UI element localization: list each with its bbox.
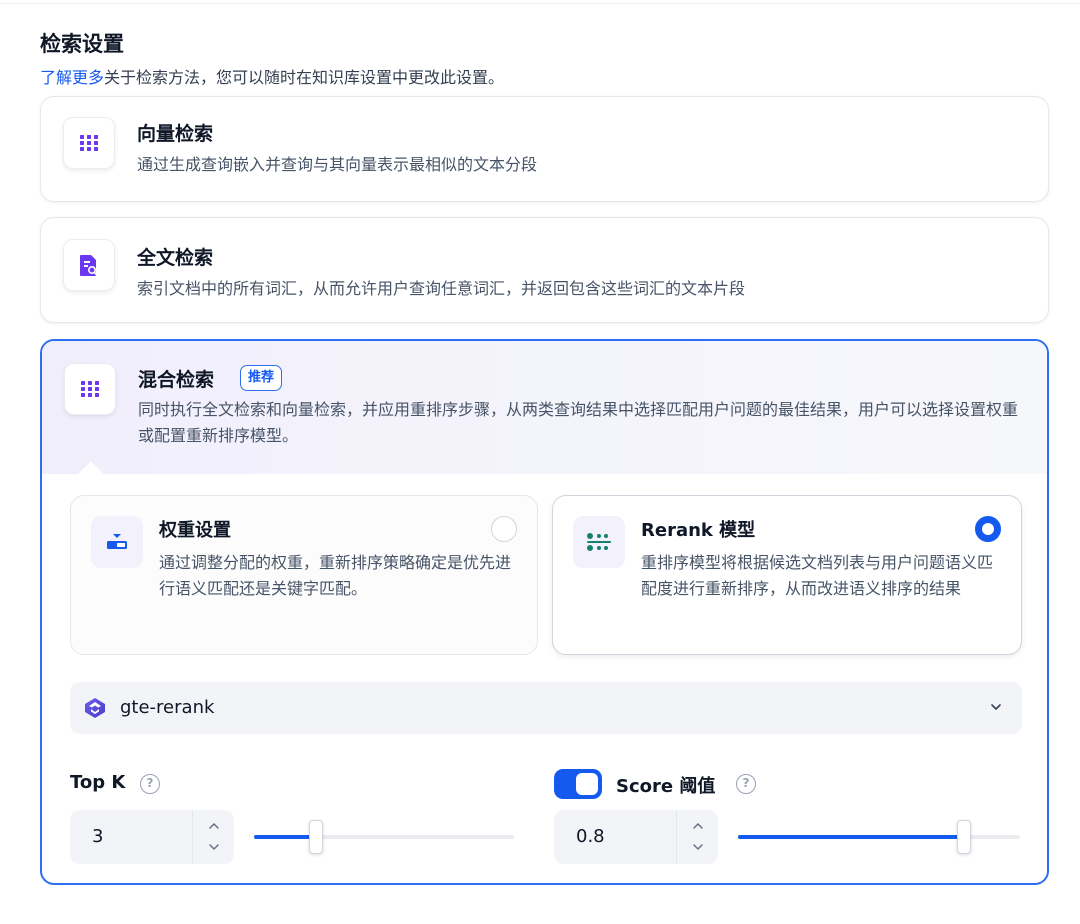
learn-more-link[interactable]: 了解更多 (40, 68, 104, 87)
grid-dots-icon (63, 117, 115, 169)
vector-search-title: 向量检索 (137, 123, 214, 145)
fulltext-search-title: 全文检索 (137, 247, 214, 269)
rerank-model-select[interactable]: gte-rerank (70, 682, 1022, 734)
grid-dots-icon (64, 363, 116, 415)
weight-settings-description: 通过调整分配的权重，重新排序策略确定是优先进行语义匹配还是关键字匹配。 (159, 553, 512, 598)
qwen-logo-icon (85, 698, 105, 718)
top-k-slider-fill (254, 835, 317, 839)
weight-settings-radio[interactable] (491, 516, 517, 542)
chevron-up-icon[interactable] (207, 821, 221, 831)
chevron-up-icon[interactable] (691, 821, 705, 831)
score-threshold-toggle[interactable] (554, 769, 602, 799)
top-k-help-icon[interactable]: ? (140, 774, 160, 794)
top-divider (0, 0, 1080, 4)
rerank-model-option[interactable]: Rerank 模型 重排序模型将根据候选文档列表与用户问题语义匹配度进行重新排序… (552, 495, 1022, 655)
section-description-text: 关于检索方法，您可以随时在知识库设置中更改此设置。 (104, 68, 505, 87)
chevron-down-icon[interactable] (207, 842, 221, 852)
chevron-down-icon (991, 704, 1001, 710)
fulltext-search-description: 索引文档中的所有词汇，从而允许用户查询任意词汇，并返回包含这些词汇的文本片段 (137, 279, 746, 298)
document-search-icon (63, 239, 115, 291)
score-threshold-value: 0.8 (576, 826, 605, 847)
hybrid-search-title: 混合检索 (138, 369, 215, 391)
hybrid-search-card[interactable]: 混合检索 推荐 同时执行全文检索和向量检索，并应用重排序步骤，从两类查询结果中选… (40, 339, 1049, 885)
toggle-knob (576, 773, 598, 795)
score-threshold-stepper[interactable] (676, 810, 718, 864)
top-k-value: 3 (92, 826, 104, 847)
top-k-stepper[interactable] (192, 810, 234, 864)
hybrid-search-description: 同时执行全文检索和向量检索，并应用重排序步骤，从两类查询结果中选择匹配用户问题的… (138, 400, 1019, 445)
top-k-slider[interactable] (254, 820, 514, 854)
vector-search-description: 通过生成查询嵌入并查询与其向量表示最相似的文本分段 (137, 155, 538, 174)
weight-settings-title: 权重设置 (159, 520, 231, 541)
rerank-model-radio[interactable] (975, 516, 1001, 542)
sort-dots-icon (573, 516, 625, 568)
section-description: 了解更多关于检索方法，您可以随时在知识库设置中更改此设置。 (40, 64, 504, 88)
rerank-model-title: Rerank 模型 (641, 520, 756, 541)
top-k-label: Top K (70, 772, 126, 793)
balance-icon (91, 516, 143, 568)
rerank-model-description: 重排序模型将根据候选文档列表与用户问题语义匹配度进行重新排序，从而改进语义排序的… (641, 553, 994, 598)
model-name: gte-rerank (120, 697, 215, 718)
top-k-slider-thumb[interactable] (309, 820, 324, 854)
vector-search-card[interactable]: 向量检索 通过生成查询嵌入并查询与其向量表示最相似的文本分段 (40, 96, 1049, 202)
score-threshold-slider-thumb[interactable] (956, 820, 971, 854)
chevron-down-icon[interactable] (691, 842, 705, 852)
top-k-input[interactable]: 3 (70, 810, 234, 864)
score-threshold-input[interactable]: 0.8 (554, 810, 718, 864)
score-threshold-slider-fill (738, 835, 964, 839)
score-threshold-help-icon[interactable]: ? (736, 774, 756, 794)
score-threshold-label: Score 阈值 (616, 776, 716, 797)
score-threshold-slider[interactable] (738, 820, 1020, 854)
weight-settings-option[interactable]: 权重设置 通过调整分配的权重，重新排序策略确定是优先进行语义匹配还是关键字匹配。 (70, 495, 538, 655)
fulltext-search-card[interactable]: 全文检索 索引文档中的所有词汇，从而允许用户查询任意词汇，并返回包含这些词汇的文… (40, 217, 1049, 323)
recommended-badge: 推荐 (240, 365, 283, 391)
section-title: 检索设置 (40, 32, 124, 56)
